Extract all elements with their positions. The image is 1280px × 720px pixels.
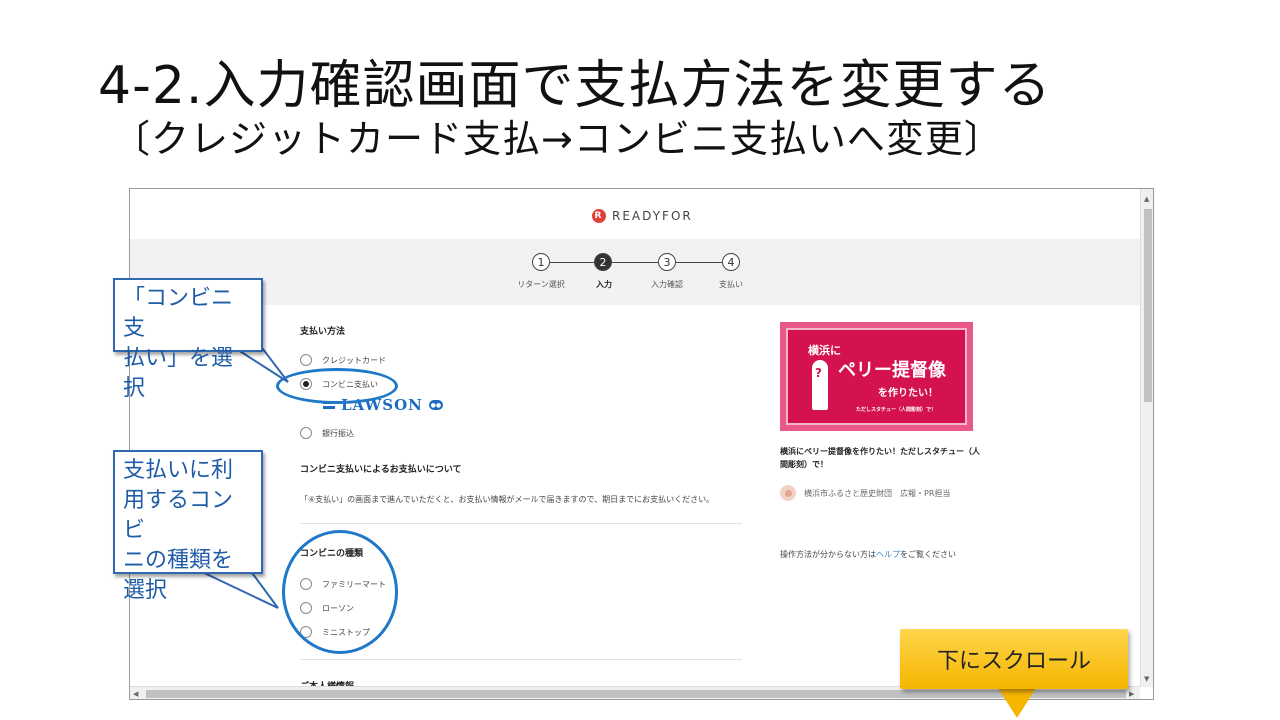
- conveni-info-text: 「④支払い」の画面まで進んでいただくと、お支払い情報がメールで届きますので、期日…: [300, 495, 715, 504]
- callout-select-conveni-type: 支払いに利 用するコンビ ニの種類を 選択: [113, 450, 263, 603]
- step-4-circle: 4: [722, 253, 740, 271]
- radio-button[interactable]: [300, 354, 312, 366]
- slide-subtitle: 〔クレジットカード支払→コンビニ支払いへ変更〕: [112, 117, 1003, 161]
- scroll-right-icon[interactable]: ▶: [1129, 690, 1134, 698]
- site-logo[interactable]: R READYFOR: [592, 209, 693, 223]
- site-header: R READYFOR: [130, 189, 1140, 240]
- payment-option-credit[interactable]: クレジットカード: [300, 354, 386, 366]
- step-2-label: 入力: [596, 280, 612, 289]
- callout-line: 払い」を選択: [123, 346, 234, 401]
- image-text-2: ペリー提督像: [838, 360, 946, 381]
- callout-line: ニの種類を: [123, 548, 234, 573]
- lawson-milk-icon: ●●: [428, 400, 443, 410]
- help-link[interactable]: ヘルプ: [876, 550, 900, 559]
- readyfor-logo-icon: R: [592, 209, 606, 223]
- divider: [300, 659, 742, 660]
- image-text-3: を作りたい！: [878, 388, 938, 399]
- step-3-label: 入力確認: [651, 280, 683, 289]
- step-2-circle: 2: [594, 253, 612, 271]
- conveni-info-heading: コンビニ支払いによるお支払いについて: [300, 465, 462, 475]
- payment-option-bank[interactable]: 銀行振込: [300, 427, 354, 439]
- scroll-down-arrow-icon: [998, 688, 1036, 718]
- horizontal-scroll-thumb[interactable]: [146, 690, 1126, 698]
- step-connector: [550, 262, 594, 263]
- image-text-1: 横浜に: [808, 344, 841, 357]
- help-suffix: をご覧ください: [900, 550, 956, 559]
- vertical-scroll-thumb[interactable]: [1144, 209, 1152, 402]
- callout-select-conveni: 「コンビニ支 払い」を選択: [113, 278, 263, 401]
- scroll-left-icon[interactable]: ◀: [133, 690, 138, 698]
- scroll-up-icon[interactable]: ▲: [1144, 195, 1149, 203]
- step-connector: [612, 262, 658, 263]
- callout-line: 用するコンビ: [123, 488, 234, 543]
- owner-name: 横浜市ふるさと歴史財団 広報・PR担当: [804, 488, 951, 498]
- callout-line: 支払いに利: [123, 458, 234, 483]
- question-mark-icon: ?: [815, 366, 822, 380]
- image-text-4: ただしスタチュー（人間彫刻）で！: [856, 407, 937, 413]
- logo-text: READYFOR: [612, 209, 693, 223]
- help-text: 操作方法が分からない方はヘルプをご覧ください: [780, 549, 956, 560]
- highlight-ellipse-conveni-type: [282, 530, 398, 654]
- project-image[interactable]: ? 横浜に ペリー提督像 を作りたい！ ただしスタチュー（人間彫刻）で！: [780, 322, 973, 431]
- slide-title: 4-2.入力確認画面で支払方法を変更する: [98, 56, 1052, 116]
- avatar: [780, 485, 796, 501]
- project-title[interactable]: 横浜にペリー提督像を作りたい！ただしスタチュー（人間彫刻）で！: [780, 445, 980, 471]
- step-connector: [676, 262, 722, 263]
- browser-screenshot: R READYFOR 1 2 3 4 リターン選択 入力 入力確認 支払い 支払…: [129, 188, 1154, 700]
- scroll-down-icon[interactable]: ▼: [1144, 675, 1149, 683]
- step-3-circle: 3: [658, 253, 676, 271]
- step-1-circle: 1: [532, 253, 550, 271]
- radio-button[interactable]: [300, 427, 312, 439]
- callout-line: 「コンビニ支: [123, 286, 234, 341]
- step-1-label: リターン選択: [517, 280, 565, 289]
- option-label: 銀行振込: [322, 428, 354, 438]
- option-label: クレジットカード: [322, 355, 386, 365]
- progress-steps: [130, 239, 1140, 305]
- help-prefix: 操作方法が分からない方は: [780, 550, 876, 559]
- step-4-label: 支払い: [719, 280, 743, 289]
- divider: [300, 523, 742, 524]
- callout-line: 選択: [123, 578, 168, 603]
- project-owner[interactable]: 横浜市ふるさと歴史財団 広報・PR担当: [780, 485, 950, 501]
- scroll-down-note: 下にスクロール: [900, 629, 1128, 689]
- payment-method-heading: 支払い方法: [300, 327, 346, 337]
- vertical-scrollbar[interactable]: ▲ ▼: [1140, 189, 1153, 687]
